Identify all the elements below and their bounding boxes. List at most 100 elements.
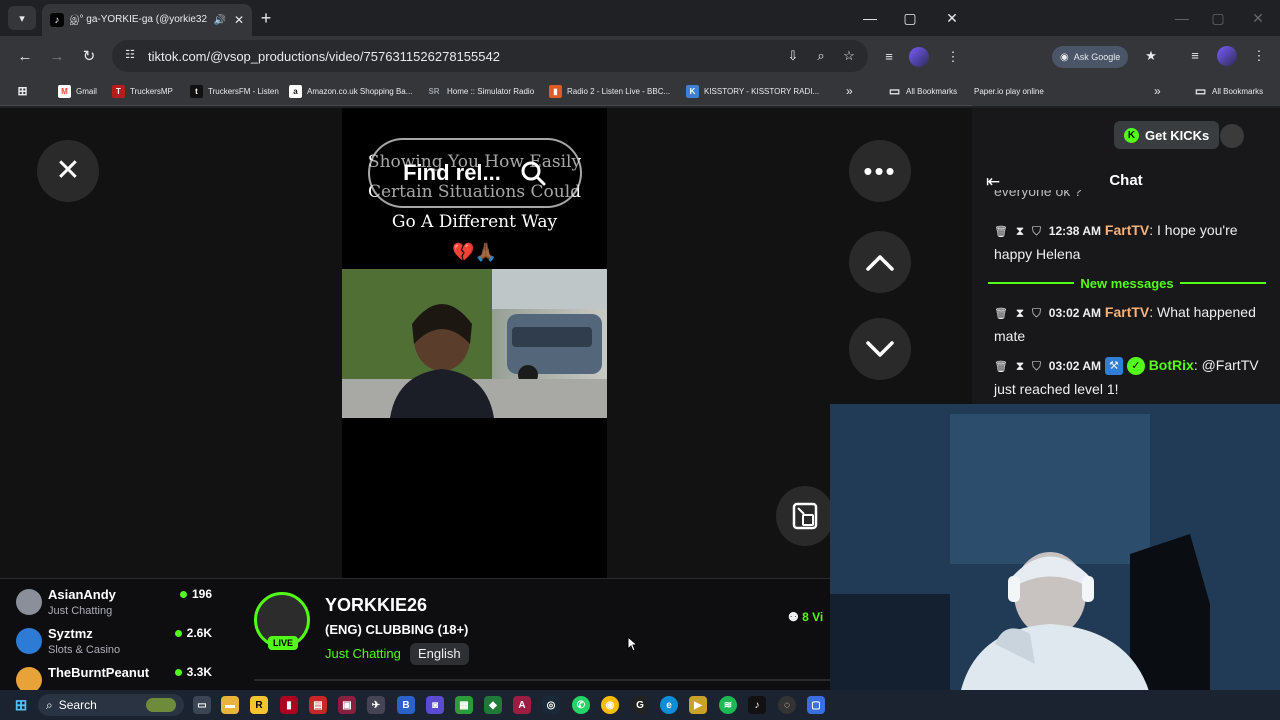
shield-icon[interactable]: ⛉ [1032,224,1041,238]
menu-dots-icon[interactable]: ⋮ [1248,45,1270,67]
ask-google-label: Ask Google [1073,52,1121,62]
app-b-icon[interactable]: B [397,696,415,714]
bookmark-amazon[interactable]: a Amazon.co.uk Shopping Ba... [289,82,412,100]
bookmark-simulator-radio[interactable]: SR Home :: Simulator Radio [426,82,534,100]
taskbar-search[interactable]: ⌕ Search [38,694,184,716]
task-view-icon[interactable]: ▭ [193,696,211,714]
window-close-icon[interactable]: ✕ [938,8,966,28]
streamer-name[interactable]: YORKKIE26 [325,595,427,616]
tiktok-icon[interactable]: ♪ [748,696,766,714]
zoom-icon[interactable]: ⌕ [812,48,830,64]
bookmark-truckersmp[interactable]: T TruckersMP [112,82,173,100]
user-avatar[interactable] [1220,124,1244,148]
menu-dots-icon[interactable]: ⋮ [942,46,964,68]
bookmark-paperio[interactable]: Paper.io play online [974,82,1044,100]
trash-icon[interactable]: 🗑 [994,308,1008,320]
whatsapp-icon[interactable]: ✆ [572,696,590,714]
chat-title: Chat [1109,172,1143,189]
background-browser-chrome: — ▢ ✕ ◉ Ask Google ★ ≡ ⋮ Paper.io play o… [972,0,1280,108]
all-bookmarks-folder[interactable]: ▭ All Bookmarks [888,82,957,100]
timeout-icon[interactable]: ⧗ [1016,306,1024,320]
app-game-icon[interactable]: ▣ [338,696,356,714]
bookmark-radio2[interactable]: ▮ Radio 2 - Listen Live - BBC... [549,82,670,100]
close-video-button[interactable]: ✕ [37,140,99,202]
bookmark-star-icon[interactable]: ★ [1140,45,1162,67]
get-kicks-button[interactable]: K Get KICKs [1114,121,1220,149]
video-player[interactable]: Showing You How Easily Certain Situation… [342,108,607,578]
avatar [16,667,42,691]
profile-avatar[interactable] [1216,45,1238,67]
back-arrow-icon[interactable]: ← [14,46,36,68]
profile-avatar[interactable] [908,46,930,68]
app-truck-icon[interactable]: ▤ [309,696,327,714]
new-tab-button[interactable]: + [256,8,276,28]
spotify-icon[interactable]: ≋ [719,696,737,714]
minimize-icon[interactable]: — [1168,8,1196,28]
chat-username[interactable]: FartTV [1105,304,1149,320]
address-bar[interactable]: ☷ tiktok.com/@vsop_productions/video/757… [112,40,868,72]
language-tag[interactable]: English [410,643,469,665]
site-settings-icon[interactable]: ☷ [122,48,138,64]
windows-start-icon[interactable]: ⊞ [12,696,30,714]
bookmark-truckersfm[interactable]: t TruckersFM - Listen [190,82,279,100]
app-discord-icon[interactable]: ◙ [426,696,444,714]
app-blue-icon[interactable]: ▢ [807,696,825,714]
install-app-icon[interactable]: ⇩ [784,48,802,64]
bookmark-gmail[interactable]: M Gmail [58,82,97,100]
find-related-search[interactable]: Find rel... [368,138,582,208]
app-circle-icon[interactable]: ◌ [778,696,796,714]
bookmark-kisstory[interactable]: K KISSTORY - KISSTORY RADI... [686,82,819,100]
trash-icon[interactable]: 🗑 [994,361,1008,373]
pip-button[interactable] [776,486,834,546]
recommended-channel[interactable]: TheBurntPeanut 3.3K [16,665,216,691]
chat-username[interactable]: BotRix [1149,357,1194,373]
window-close-icon[interactable]: ✕ [1244,8,1272,28]
file-explorer-icon[interactable]: ▬ [221,696,239,714]
media-control-icon[interactable]: ≡ [878,46,900,68]
previous-video-button[interactable] [849,231,911,293]
bookmarks-overflow-icon[interactable]: » [1154,82,1161,100]
maximize-icon[interactable]: ▢ [896,8,924,28]
app-tool-icon[interactable]: ✈ [367,696,385,714]
chrome-icon[interactable]: ◉ [601,696,619,714]
forward-arrow-icon[interactable]: → [46,46,68,68]
minimize-icon[interactable]: — [856,8,884,28]
ask-google-button[interactable]: ◉ Ask Google [1052,46,1129,68]
next-video-button[interactable] [849,318,911,380]
chat-timestamp: 12:38 AM [1048,224,1102,238]
more-options-button[interactable]: ••• [849,140,911,202]
app-red-icon[interactable]: ▮ [280,696,298,714]
steam-icon[interactable]: ◎ [542,696,560,714]
maximize-icon[interactable]: ▢ [1204,8,1232,28]
stream-category-link[interactable]: Just Chatting [325,646,401,661]
apps-grid-icon[interactable]: ⊞ [16,82,29,100]
url-text[interactable]: tiktok.com/@vsop_productions/video/75763… [148,49,774,64]
bookmarks-overflow-icon[interactable]: » [846,82,853,100]
app-r-icon[interactable]: R [250,696,268,714]
shield-icon[interactable]: ⛉ [1032,359,1041,373]
recommended-channel[interactable]: Syztmz Slots & Casino 2.6K [16,626,216,664]
edge-icon[interactable]: e [660,696,678,714]
tab-close-icon[interactable]: ✕ [234,13,244,27]
timeout-icon[interactable]: ⧗ [1016,359,1024,373]
shield-icon[interactable]: ⛉ [1032,306,1041,320]
active-tab[interactable]: ♪ இ° ga-YORKIE-ga (@yorkie32340) | TikTo… [42,4,252,36]
app-g-icon[interactable]: G [631,696,649,714]
bookmark-star-icon[interactable]: ☆ [840,48,858,64]
chat-username[interactable]: FartTV [1105,222,1149,238]
tab-search-icon[interactable]: ▾ [8,6,36,30]
recommended-channel[interactable]: AsianAndy Just Chatting 196 [16,587,216,625]
app-green-icon[interactable]: ▦ [455,696,473,714]
app-folder-icon[interactable]: ▶ [689,696,707,714]
app-green2-icon[interactable]: ◆ [484,696,502,714]
timeout-icon[interactable]: ⧗ [1016,224,1024,238]
live-badge: LIVE [268,636,298,650]
media-control-icon[interactable]: ≡ [1184,45,1206,67]
reload-icon[interactable]: ↻ [78,46,100,68]
speaker-icon[interactable]: 🔊 [213,15,225,26]
google-lens-icon: ◉ [1060,51,1069,63]
app-a-icon[interactable]: A [513,696,531,714]
new-messages-divider[interactable]: New messages [988,273,1267,293]
all-bookmarks-folder[interactable]: ▭ All Bookmarks [1194,82,1263,100]
trash-icon[interactable]: 🗑 [994,226,1008,238]
